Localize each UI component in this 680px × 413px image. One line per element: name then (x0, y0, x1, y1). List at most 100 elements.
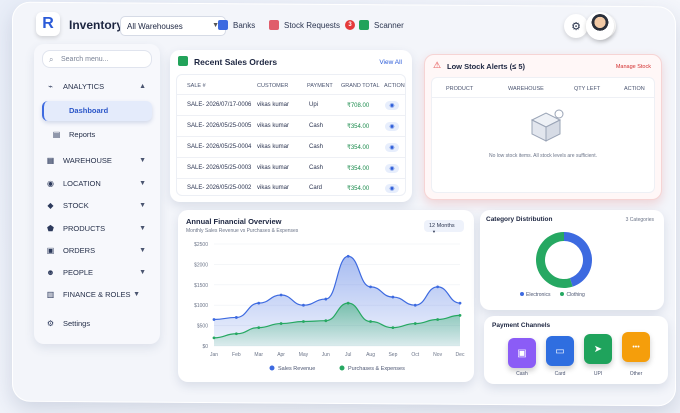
chevron-down-icon: ▼ (139, 225, 146, 232)
view-eye-icon[interactable]: ◉ (385, 143, 399, 152)
data-point (458, 314, 462, 317)
x-tick-label: Sep (388, 352, 397, 358)
empty-state-text: No low stock items. All stock levels are… (488, 153, 597, 159)
view-eye-icon[interactable]: ◉ (385, 184, 399, 193)
nav-stock-requests-label: Stock Requests (284, 20, 341, 30)
low-stock-card: ⚠ Low Stock Alerts (≤ 5) Manage Stock PR… (424, 54, 662, 200)
data-point (234, 332, 238, 336)
sidebar-item-products[interactable]: ⬟ PRODUCTS ▼ (46, 224, 150, 233)
x-tick-label: Jul (345, 352, 351, 358)
app-title: Inventory (69, 18, 124, 32)
bank-icon (218, 20, 228, 30)
chevron-down-icon: ▼ (133, 291, 140, 298)
sidebar-item-people[interactable]: ☻ PEOPLE ▼ (46, 268, 150, 277)
financial-chart: $2500 $2000 $1500 $1000 $500 $0Jan Feb Mar Apr Ma… (194, 242, 465, 372)
chevron-up-icon: ▲ (139, 83, 146, 90)
customer: vikas kumar (257, 102, 290, 108)
data-point (257, 301, 261, 305)
sidebar-item-finance-roles[interactable]: ▥ FINANCE & ROLES ▼ (46, 290, 150, 299)
category-count: 3 Categories (625, 217, 654, 223)
column-header: ACTION (384, 83, 405, 89)
sidebar-item-stock[interactable]: ◆ STOCK ▼ (46, 201, 150, 210)
search-input[interactable]: ⌕ Search menu... (42, 50, 152, 68)
data-point (391, 295, 395, 299)
data-point (369, 285, 372, 289)
sale-number: SALE- 2026/07/17-0006 (187, 102, 252, 108)
sidebar-item-orders[interactable]: ▣ ORDERS ▼ (46, 246, 150, 255)
customer: vikas kumar (257, 165, 290, 171)
manage-stock-link[interactable]: Manage Stock (616, 64, 651, 70)
recent-sales-title: Recent Sales Orders (194, 57, 278, 67)
data-point (279, 322, 283, 325)
category-title: Category Distribution (486, 216, 553, 223)
data-point (302, 303, 305, 307)
view-eye-icon[interactable]: ◉ (385, 122, 399, 131)
app-logo[interactable]: R (36, 12, 60, 36)
sidebar-item-dashboard[interactable]: Dashboard (52, 106, 156, 115)
warning-icon: ⚠ (433, 60, 442, 70)
financial-subtitle: Monthly Sales Revenue vs Purchases & Exp… (186, 228, 299, 234)
payment: Cash (309, 144, 324, 150)
channel-other-button[interactable]: ••• (622, 332, 650, 362)
more-icon: ••• (632, 343, 640, 351)
sale-number: SALE- 2026/05/25-0002 (187, 185, 252, 191)
sidebar-item-analytics[interactable]: ⌁ ANALYTICS ▲ (46, 82, 150, 91)
warehouse-select-value: All Warehouses (127, 22, 183, 31)
data-point (324, 319, 328, 323)
view-eye-icon[interactable]: ◉ (385, 101, 399, 110)
nav-scanner[interactable]: Scanner (359, 20, 404, 30)
sidebar-item-label: PEOPLE (63, 268, 94, 277)
scanner-icon (359, 20, 369, 30)
data-point (436, 318, 440, 321)
column-header: QTY LEFT (574, 86, 601, 92)
donut-slice[interactable] (564, 232, 592, 287)
sidebar-item-warehouse[interactable]: ▦ WAREHOUSE ▼ (46, 156, 150, 165)
sidebar-item-location[interactable]: ◉ LOCATION ▼ (46, 179, 150, 188)
range-select[interactable]: 12 Months ▼ (424, 220, 464, 234)
sidebar-item-label: Settings (63, 319, 91, 328)
legend-label: Clothing (566, 292, 585, 298)
sidebar-item-settings[interactable]: ⚙ Settings (46, 319, 150, 328)
column-header: ACTION (624, 86, 645, 92)
x-tick-label: Oct (411, 352, 419, 358)
column-header: WAREHOUSE (508, 86, 544, 92)
payment: Card (309, 185, 323, 191)
sale-number: SALE- 2026/05/25-0003 (187, 165, 252, 171)
channel-label: Cash (516, 371, 528, 377)
customer: vikas kumar (257, 144, 290, 150)
nav-banks[interactable]: Banks (218, 20, 255, 30)
stock-icon: ◆ (47, 201, 54, 210)
x-tick-label: May (299, 352, 309, 358)
column-header: SALE # (187, 83, 206, 89)
search-placeholder: Search menu... (61, 56, 109, 63)
view-all-link[interactable]: View All (379, 59, 402, 66)
avatar[interactable] (586, 12, 614, 40)
nav-stock-requests[interactable]: Stock Requests 3 (269, 20, 356, 30)
low-stock-title: Low Stock Alerts (≤ 5) (447, 62, 526, 71)
top-bar: R Inventory All Warehouses ▼ Banks Stock… (36, 8, 654, 44)
empty-box-icon (530, 109, 564, 142)
warehouse-select[interactable]: All Warehouses ▼ (120, 16, 226, 36)
sales-table: SALE # CUSTOMER PAYMENT GRAND TOTAL ACTI… (176, 74, 406, 196)
sidebar-item-reports[interactable]: ▤ Reports (52, 130, 156, 139)
y-tick-label: $2500 (194, 242, 208, 248)
settings-button[interactable]: ⚙ (564, 14, 588, 38)
sidebar-item-label: STOCK (63, 201, 89, 210)
y-tick-label: $2000 (194, 262, 208, 268)
data-point (346, 254, 350, 258)
channel-card-button[interactable]: ▭ (546, 336, 574, 366)
legend-item-clothing: Clothing (560, 292, 585, 298)
sidebar-item-label: ANALYTICS (63, 82, 105, 91)
view-eye-icon[interactable]: ◉ (385, 164, 399, 173)
chevron-down-icon: ▼ (139, 180, 146, 187)
channel-cash-button[interactable]: ▣ (508, 338, 536, 368)
reports-icon: ▤ (52, 130, 61, 139)
sidebar-item-label: WAREHOUSE (63, 156, 112, 165)
x-tick-label: Nov (433, 352, 442, 358)
x-tick-label: Dec (456, 352, 465, 358)
sale-number: SALE- 2026/05/25-0004 (187, 144, 252, 150)
data-point (257, 326, 261, 330)
channel-upi-button[interactable]: ➤ (584, 334, 612, 364)
legend-item-electronics: Electronics (520, 292, 550, 298)
gear-icon: ⚙ (571, 20, 581, 33)
